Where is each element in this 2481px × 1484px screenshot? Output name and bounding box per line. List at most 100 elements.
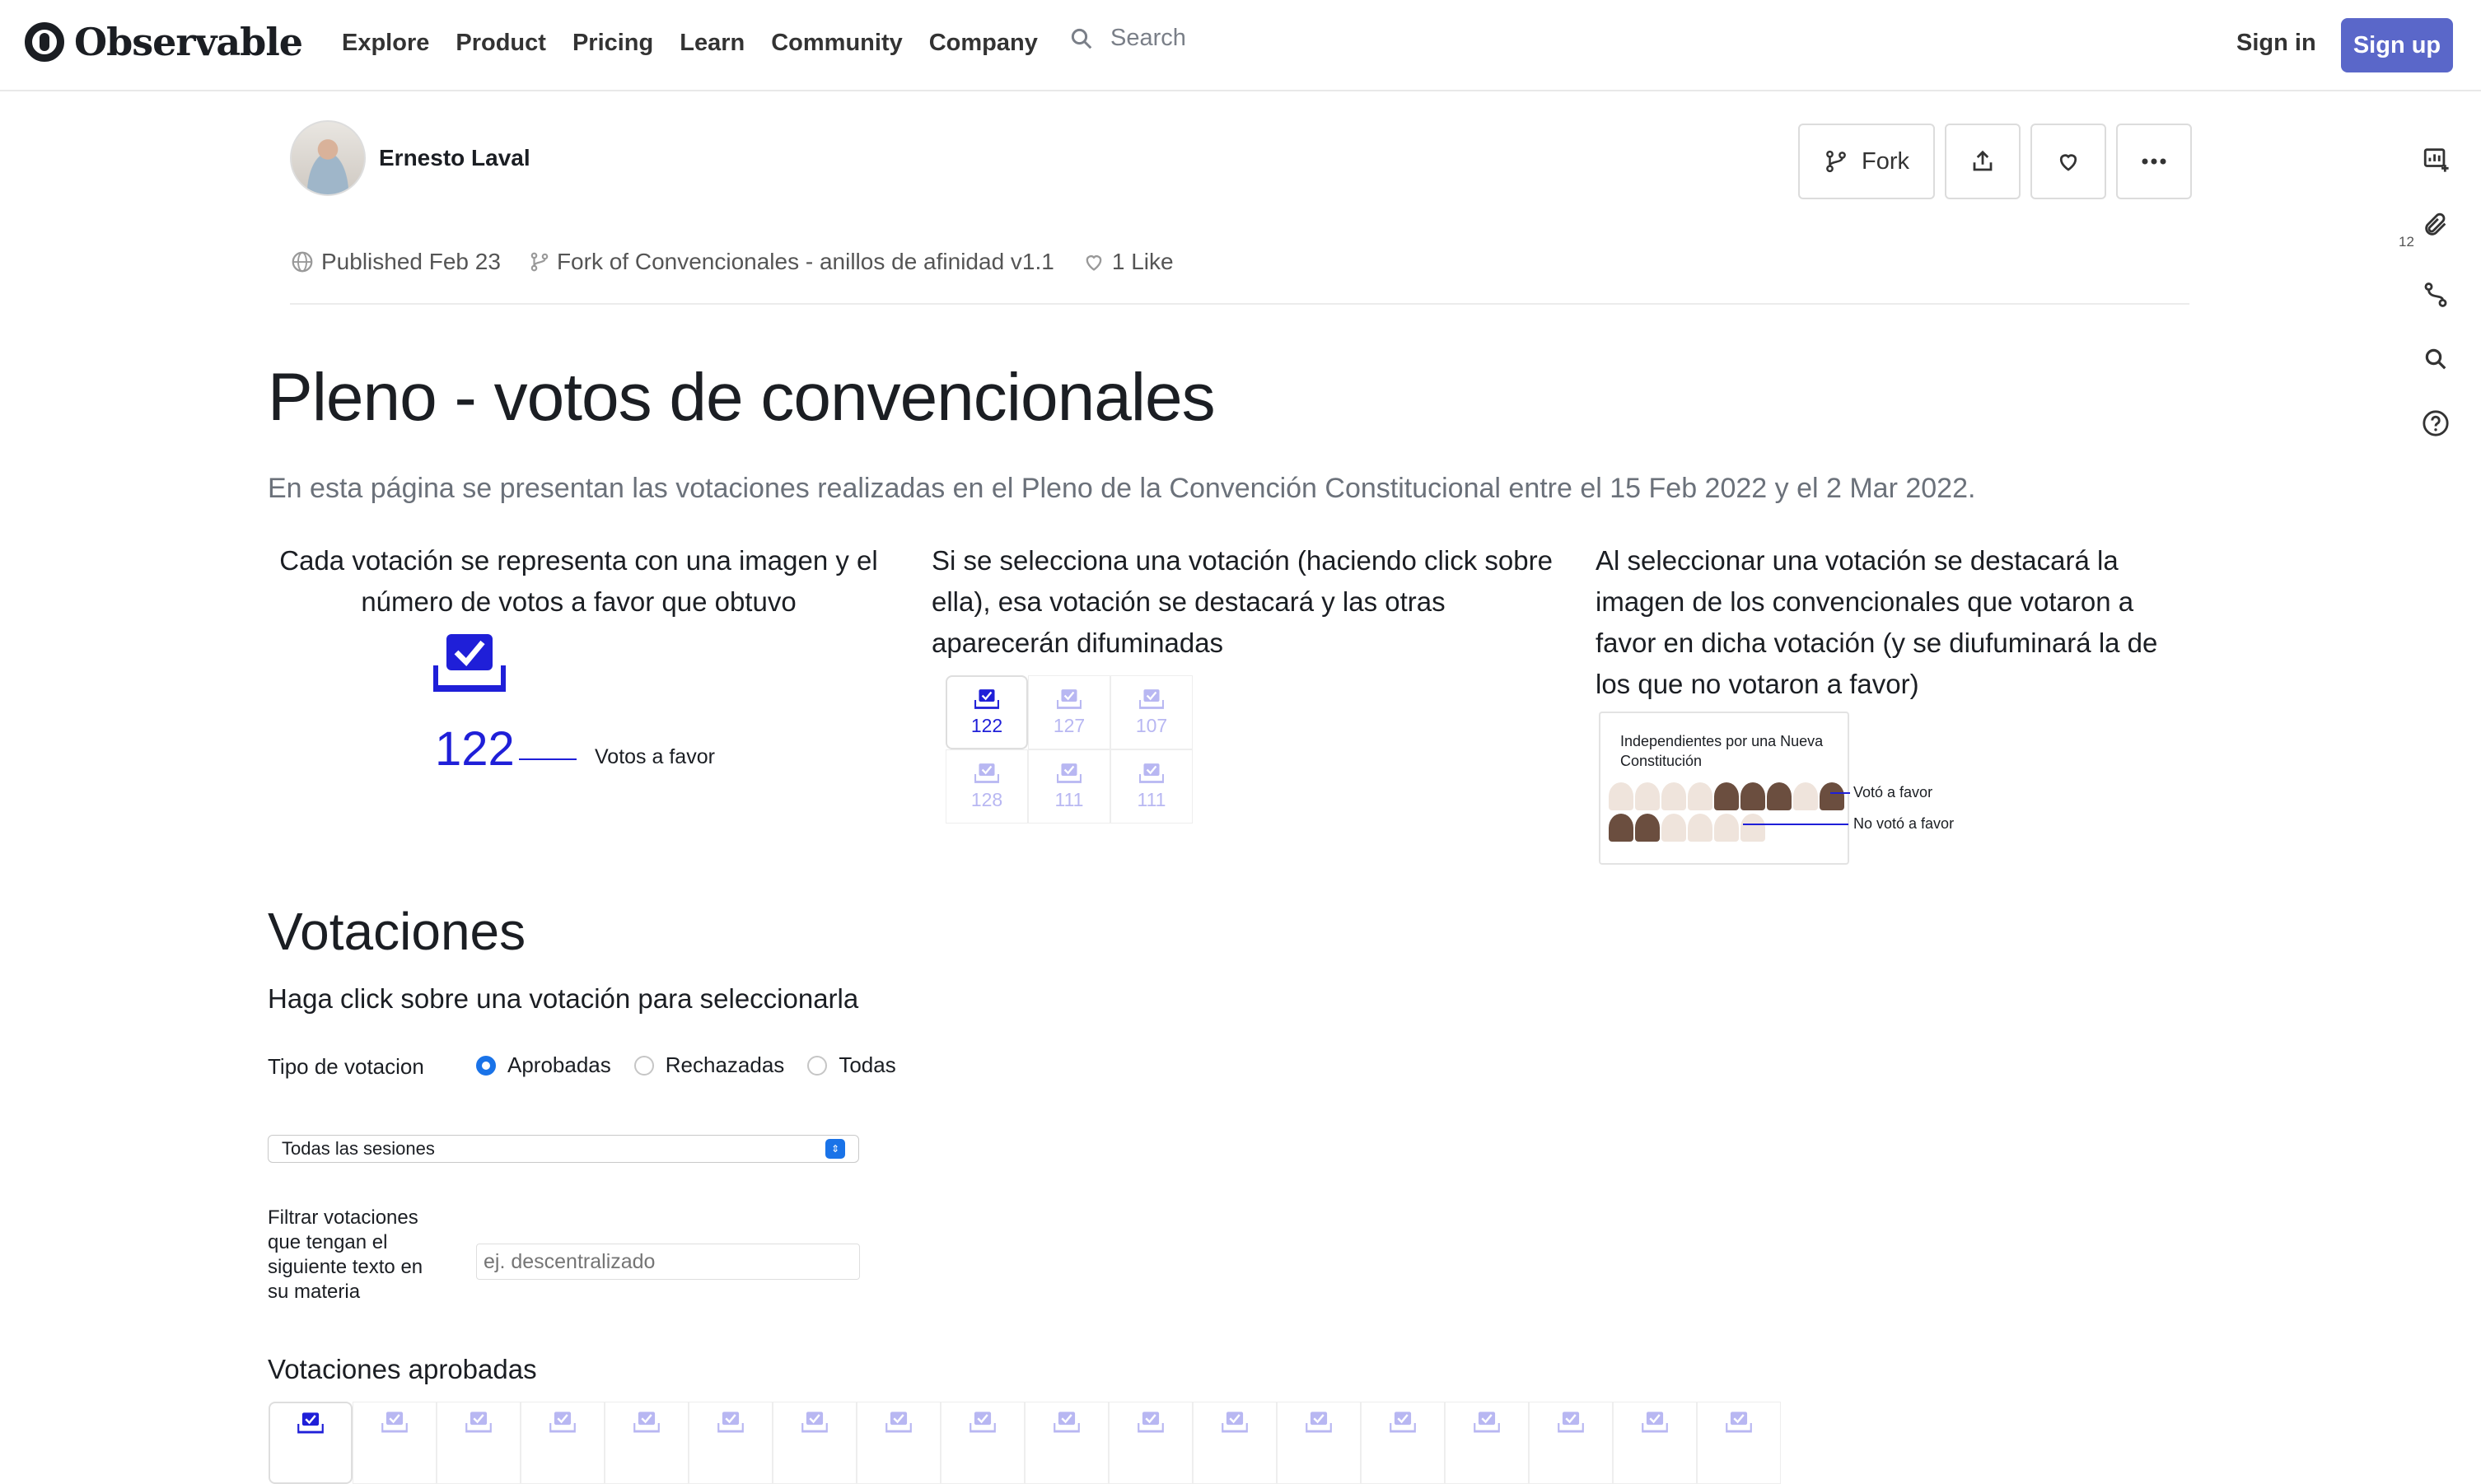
vote-card[interactable] xyxy=(1193,1402,1277,1484)
nav-learn[interactable]: Learn xyxy=(680,30,745,57)
illus-cell: 111 xyxy=(1028,749,1110,824)
ballot-box-icon xyxy=(633,1412,660,1433)
vote-card[interactable] xyxy=(521,1402,605,1484)
vote-card[interactable] xyxy=(1277,1402,1361,1484)
face xyxy=(1635,814,1660,842)
vote-card[interactable] xyxy=(605,1402,689,1484)
ballot-box-icon xyxy=(1057,688,1082,709)
top-bar: Observable Explore Product Pricing Learn… xyxy=(0,0,2481,91)
history-icon[interactable] xyxy=(2422,281,2450,309)
illus-cell-value: 111 xyxy=(1054,788,1084,810)
aprobadas-heading: Votaciones aprobadas xyxy=(268,1354,537,1384)
brand-logo[interactable]: Observable xyxy=(25,20,303,64)
illus-cell-selected: 122 xyxy=(946,675,1028,749)
face xyxy=(1714,814,1739,842)
page-lead: En esta página se presentan las votacion… xyxy=(268,473,1976,504)
face xyxy=(1609,814,1633,842)
globe-icon xyxy=(292,251,313,273)
nav-pricing[interactable]: Pricing xyxy=(572,30,653,57)
radio-rechazadas[interactable]: Rechazadas xyxy=(633,1052,785,1078)
tipo-votacion-radios: Aprobadas Rechazadas Todas xyxy=(476,1052,896,1078)
ballot-box-icon xyxy=(297,1412,324,1434)
ballot-box-icon xyxy=(549,1412,576,1433)
vote-card[interactable] xyxy=(1529,1402,1613,1484)
face xyxy=(1688,782,1712,810)
face xyxy=(1740,782,1765,810)
radio-aprobadas[interactable]: Aprobadas xyxy=(476,1052,611,1078)
illus-party-card: Independientes por una Nueva Constitució… xyxy=(1599,712,1849,865)
face xyxy=(1609,782,1633,810)
help-icon[interactable] xyxy=(2422,409,2450,437)
likes-info[interactable]: 1 Like xyxy=(1082,249,1174,275)
radio-dot[interactable] xyxy=(633,1055,654,1076)
vote-card[interactable] xyxy=(1697,1402,1781,1484)
legend-voted-yes: Votó a favor xyxy=(1853,784,1933,800)
illus-cell: 111 xyxy=(1110,749,1193,824)
vote-card[interactable] xyxy=(941,1402,1025,1484)
ballot-box-icon xyxy=(974,763,999,783)
face xyxy=(1661,782,1686,810)
vote-card[interactable] xyxy=(1445,1402,1529,1484)
vote-card[interactable] xyxy=(437,1402,521,1484)
illus-arrow xyxy=(519,758,577,760)
vote-card[interactable] xyxy=(1361,1402,1445,1484)
sign-up-button[interactable]: Sign up xyxy=(2341,18,2453,72)
meta-divider xyxy=(290,303,2189,305)
search-icon[interactable] xyxy=(2423,347,2448,371)
party-faces xyxy=(1609,782,1844,842)
vote-card[interactable] xyxy=(773,1402,857,1484)
tipo-votacion-label: Tipo de votacion xyxy=(268,1054,424,1079)
ballot-box-icon xyxy=(717,1412,744,1433)
illus-cell-value: 111 xyxy=(1137,788,1166,810)
ballot-box-icon xyxy=(1139,763,1164,783)
session-select[interactable]: Todas las sesiones ⇕ xyxy=(268,1135,859,1163)
illus-cell: 107 xyxy=(1110,675,1193,749)
sign-in-link[interactable]: Sign in xyxy=(2236,30,2316,57)
vote-card[interactable] xyxy=(1613,1402,1697,1484)
filter-input[interactable] xyxy=(476,1244,860,1280)
ballot-box-icon xyxy=(1222,1412,1248,1433)
ballot-box-icon xyxy=(465,1412,492,1433)
vote-card[interactable] xyxy=(1025,1402,1109,1484)
search-box[interactable]: Search xyxy=(1069,25,1186,52)
ballot-box-icon xyxy=(381,1412,408,1433)
minimap-icon[interactable] xyxy=(2422,145,2450,173)
filter-label: Filtrar votaciones que tengan el siguien… xyxy=(268,1206,423,1303)
author-name[interactable]: Ernesto Laval xyxy=(379,145,530,171)
radio-dot[interactable] xyxy=(476,1055,496,1076)
likes-count: 1 Like xyxy=(1111,249,1174,274)
nav-community[interactable]: Community xyxy=(771,30,903,57)
ballot-box-icon xyxy=(1390,1412,1416,1433)
avatar[interactable] xyxy=(290,120,366,196)
published-info: Published Feb 23 xyxy=(290,249,501,275)
heart-small-icon xyxy=(1086,255,1102,271)
radio-label: Aprobadas xyxy=(507,1052,611,1077)
fork-of-link[interactable]: Fork of Convencionales - anillos de afin… xyxy=(557,249,1054,275)
radio-label: Rechazadas xyxy=(665,1052,785,1077)
nav-product[interactable]: Product xyxy=(456,30,546,57)
share-button[interactable] xyxy=(1945,124,2021,199)
radio-dot[interactable] xyxy=(807,1055,828,1076)
vote-card[interactable] xyxy=(689,1402,773,1484)
nav-explore[interactable]: Explore xyxy=(342,30,429,57)
fork-button[interactable]: Fork xyxy=(1798,124,1935,199)
face xyxy=(1688,814,1712,842)
notebook-actions: Fork xyxy=(1798,124,2192,199)
section-hint: Haga click sobre una votación para selec… xyxy=(268,983,859,1014)
like-button[interactable] xyxy=(2030,124,2106,199)
party-title: Independientes por una Nueva Constitució… xyxy=(1620,733,1824,769)
session-select-value: Todas las sesiones xyxy=(282,1138,435,1159)
notebook-meta: Published Feb 23 Fork of Convencionales … xyxy=(290,249,1174,275)
vote-card[interactable] xyxy=(353,1402,437,1484)
radio-todas[interactable]: Todas xyxy=(807,1052,896,1078)
vote-card[interactable] xyxy=(269,1402,353,1484)
vote-card[interactable] xyxy=(1109,1402,1193,1484)
vote-card[interactable] xyxy=(857,1402,941,1484)
fork-of-info[interactable]: Fork of Convencionales - anillos de afin… xyxy=(529,249,1054,275)
ballot-box-icon xyxy=(1057,763,1082,783)
more-button[interactable] xyxy=(2116,124,2192,199)
comments-control[interactable]: 12 xyxy=(2399,211,2450,250)
nav-company[interactable]: Company xyxy=(929,30,1038,57)
fork-icon xyxy=(1826,150,1846,173)
ballot-box-icon xyxy=(1306,1412,1332,1433)
